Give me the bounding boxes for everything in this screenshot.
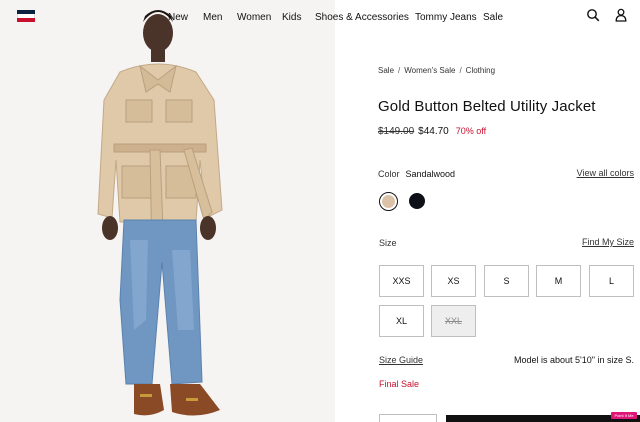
account-icon[interactable] bbox=[614, 8, 628, 22]
nav-item-tommy-jeans[interactable]: Tommy Jeans bbox=[415, 12, 483, 23]
product-image[interactable] bbox=[0, 0, 335, 422]
search-icon[interactable] bbox=[586, 8, 600, 22]
discount-label: 70% off bbox=[455, 126, 487, 136]
size-button-xxl-unavailable: XXL bbox=[431, 305, 476, 337]
size-button-m[interactable]: M bbox=[536, 265, 581, 297]
breadcrumb-sale[interactable]: Sale bbox=[378, 66, 394, 75]
model-photo bbox=[0, 0, 335, 422]
original-price: $149.00 bbox=[378, 126, 415, 137]
feedback-badge[interactable]: Point It Me bbox=[611, 412, 637, 419]
breadcrumb-separator: / bbox=[459, 66, 462, 75]
nav-item-shoes-accessories[interactable]: Shoes & Accessories bbox=[315, 12, 415, 23]
color-swatch-sandalwood[interactable] bbox=[379, 192, 398, 211]
swatch-fill bbox=[382, 195, 395, 208]
model-size-info: Model is about 5'10" in size S. bbox=[514, 355, 634, 365]
find-my-size-link[interactable]: Find My Size bbox=[582, 237, 634, 247]
breadcrumb: Sale / Women's Sale / Clothing bbox=[378, 66, 495, 75]
color-swatch-black[interactable] bbox=[409, 193, 425, 209]
nav-item-sale[interactable]: Sale bbox=[483, 12, 503, 23]
quantity-selector[interactable] bbox=[379, 414, 437, 422]
price-block: $149.00 $44.70 70% off bbox=[378, 126, 486, 137]
nav-item-women[interactable]: Women bbox=[237, 12, 282, 23]
breadcrumb-clothing[interactable]: Clothing bbox=[466, 66, 495, 75]
size-label: Size bbox=[379, 238, 397, 248]
selected-color-name: Sandalwood bbox=[405, 169, 456, 179]
breadcrumb-separator: / bbox=[398, 66, 401, 75]
nav-item-kids[interactable]: Kids bbox=[282, 12, 315, 23]
nav-item-new[interactable]: New bbox=[168, 12, 203, 23]
color-label: Color bbox=[378, 169, 400, 179]
tommy-hilfiger-logo[interactable] bbox=[17, 10, 35, 22]
sale-price: $44.70 bbox=[418, 126, 449, 137]
size-button-xs[interactable]: XS bbox=[431, 265, 476, 297]
size-button-l[interactable]: L bbox=[589, 265, 634, 297]
main-nav: New Men Women Kids Shoes & Accessories T… bbox=[168, 10, 503, 24]
view-all-colors-link[interactable]: View all colors bbox=[577, 168, 634, 178]
final-sale-label: Final Sale bbox=[379, 379, 420, 389]
size-button-s[interactable]: S bbox=[484, 265, 529, 297]
size-button-xl[interactable]: XL bbox=[379, 305, 424, 337]
size-button-xxs[interactable]: XXS bbox=[379, 265, 424, 297]
product-title: Gold Button Belted Utility Jacket bbox=[378, 98, 596, 115]
size-guide-link[interactable]: Size Guide bbox=[379, 355, 423, 365]
logo-stripe-red bbox=[17, 18, 35, 22]
color-selector-label: Color Sandalwood bbox=[378, 169, 455, 179]
breadcrumb-womens-sale[interactable]: Women's Sale bbox=[404, 66, 455, 75]
nav-item-men[interactable]: Men bbox=[203, 12, 237, 23]
